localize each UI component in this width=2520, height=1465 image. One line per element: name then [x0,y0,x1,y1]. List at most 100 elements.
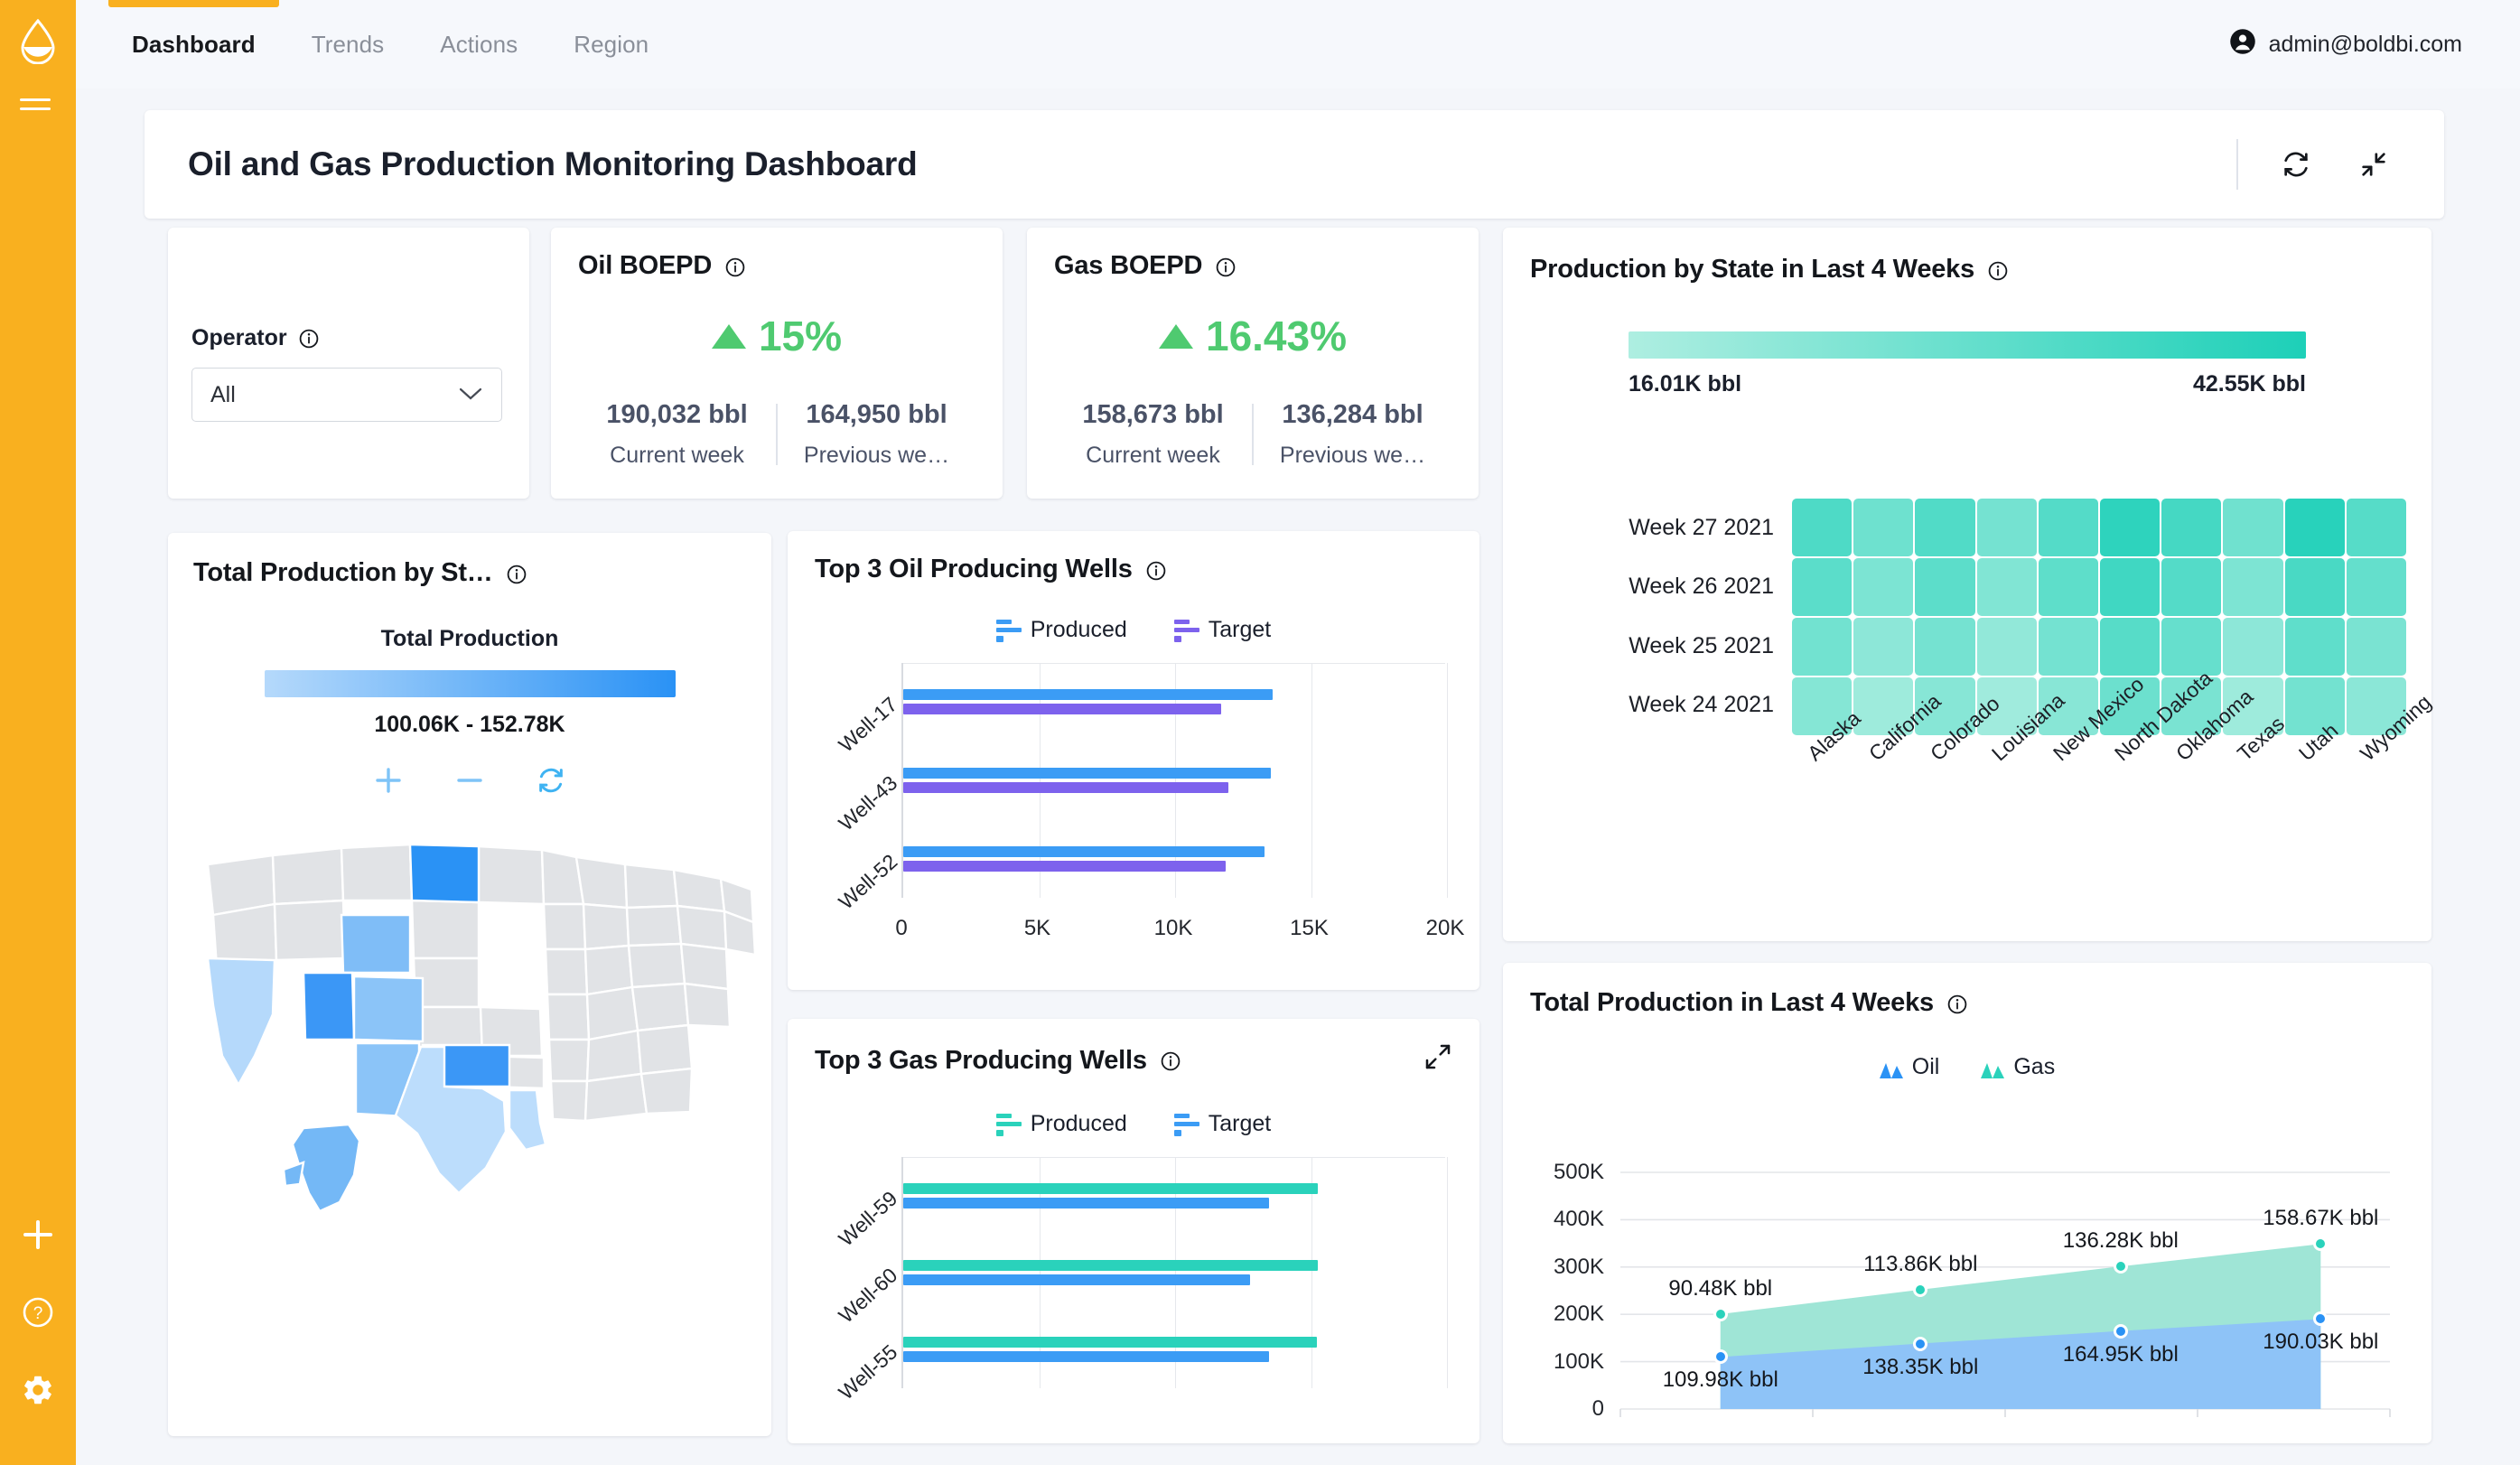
heatmap-cell[interactable] [1792,558,1852,616]
plus-icon[interactable] [19,1216,57,1254]
heatmap-cell[interactable] [1853,499,1913,556]
collapse-arrows-icon[interactable] [2354,145,2394,184]
user-email: admin@boldbi.com [2269,32,2462,58]
heatmap-cell[interactable] [2347,618,2406,676]
map-state-california [208,958,275,1085]
gridline [903,1157,1445,1158]
tab-trends[interactable]: Trends [288,0,408,89]
axis-tick-label: 300K [1503,1255,1604,1280]
zoom-out-minus-icon[interactable] [454,765,485,796]
info-icon[interactable] [1215,256,1237,277]
info-icon[interactable] [724,256,746,277]
zoom-in-plus-icon[interactable] [373,765,404,796]
bar-target[interactable] [903,1351,1269,1362]
legend-item-target[interactable]: Target [1174,1111,1271,1137]
info-icon[interactable] [1987,259,2009,281]
heatmap-cell[interactable] [1915,618,1974,676]
bar-produced[interactable] [903,768,1271,779]
legend-item-target[interactable]: Target [1174,617,1271,643]
kpi-oil-values: 190,032 bbl Current week 164,950 bbl Pre… [578,400,975,469]
heatmap-cell[interactable] [2100,558,2160,616]
heatmap-cell[interactable] [2347,499,2406,556]
area-chart-plot[interactable]: 0100K200K300K400K500K90.48K bbl113.86K b… [1503,1160,2431,1443]
help-circle-icon[interactable]: ? [19,1293,57,1331]
heatmap-cell[interactable] [2285,558,2345,616]
bar-target[interactable] [903,1274,1250,1285]
legend-item-gas[interactable]: Gas [1981,1054,2055,1080]
kpi-oil-title: Oil BOEPD [578,251,712,281]
info-icon[interactable] [1946,993,1968,1014]
gas-marker[interactable] [2114,1259,2128,1274]
operator-label: Operator [191,325,287,351]
legend-item-produced[interactable]: Produced [996,1111,1127,1137]
heatmap-cell[interactable] [1977,558,2037,616]
gas-marker[interactable] [1913,1283,1927,1297]
bar-produced[interactable] [903,1183,1318,1194]
tab-region[interactable]: Region [550,0,672,89]
heatmap-cell[interactable] [2161,618,2221,676]
info-icon[interactable] [298,328,320,350]
gas-marker[interactable] [1713,1307,1728,1321]
gear-icon[interactable] [19,1371,57,1409]
bar-target[interactable] [903,861,1226,872]
heatmap-cell[interactable] [2039,558,2098,616]
gas-marker[interactable] [2313,1236,2328,1251]
area-series-icon [1981,1059,2004,1077]
heatmap-cell[interactable] [2161,499,2221,556]
heatmap-cell[interactable] [1792,618,1852,676]
bar-target[interactable] [903,1198,1269,1208]
heatmap-cell[interactable] [2161,558,2221,616]
heatmap-cell[interactable] [2285,677,2345,735]
user-account-menu[interactable]: admin@boldbi.com [2229,28,2462,61]
heatmap-cell[interactable] [1915,499,1974,556]
heatmap-cell[interactable] [2285,618,2345,676]
heatmap-cell[interactable] [2039,499,2098,556]
us-choropleth-map[interactable] [168,814,771,1238]
gas-wells-bar-chart[interactable]: Well-59Well-60Well-55 [815,1157,1452,1403]
legend-item-produced[interactable]: Produced [996,617,1127,643]
reset-zoom-icon[interactable] [536,765,566,796]
oil-marker[interactable] [1913,1337,1927,1351]
heatmap-cell[interactable] [2039,618,2098,676]
bar-produced[interactable] [903,846,1265,857]
bar-target[interactable] [903,704,1221,714]
oil-drop-logo-icon[interactable] [15,16,61,67]
legend-item-oil[interactable]: Oil [1880,1054,1940,1080]
heatmap-cell[interactable] [2223,558,2282,616]
axis-tick-label: 400K [1503,1207,1604,1232]
area-series-icon [1880,1059,1903,1077]
oil-marker[interactable] [2313,1311,2328,1326]
heatmap-cell[interactable] [2100,499,2160,556]
expand-arrows-icon[interactable] [1423,1042,1452,1078]
operator-select[interactable]: All [191,368,502,422]
triangle-up-icon [1159,324,1193,349]
heatmap-cell[interactable] [1915,558,1974,616]
heatmap-cell[interactable] [1977,499,2037,556]
tab-actions[interactable]: Actions [416,0,541,89]
heatmap-cell[interactable] [1977,618,2037,676]
heatmap-cell[interactable] [2223,618,2282,676]
bar-produced[interactable] [903,1260,1318,1271]
bar-produced[interactable] [903,689,1273,700]
bar-series-icon [1174,618,1199,643]
oil-wells-bar-chart[interactable]: Well-17Well-43Well-5205K10K15K20K [815,663,1452,945]
info-icon[interactable] [1160,1050,1181,1071]
oil-marker[interactable] [2114,1324,2128,1339]
refresh-icon[interactable] [2276,145,2316,184]
heatmap-cell[interactable] [2347,558,2406,616]
heatmap-cell[interactable] [2285,499,2345,556]
map-legend-range: 100.06K - 152.78K [168,712,771,738]
heatmap-grid[interactable] [1792,499,2406,735]
heatmap-cell[interactable] [2100,618,2160,676]
bar-produced[interactable] [903,1337,1317,1348]
tab-dashboard[interactable]: Dashboard [108,0,279,89]
info-icon[interactable] [1145,559,1167,581]
bar-target[interactable] [903,782,1228,793]
oil-marker[interactable] [1713,1349,1728,1364]
heatmap-cell[interactable] [1792,499,1852,556]
hamburger-menu-icon[interactable] [20,89,56,119]
heatmap-cell[interactable] [1853,558,1913,616]
heatmap-cell[interactable] [2223,499,2282,556]
info-icon[interactable] [506,563,527,584]
heatmap-cell[interactable] [1853,618,1913,676]
